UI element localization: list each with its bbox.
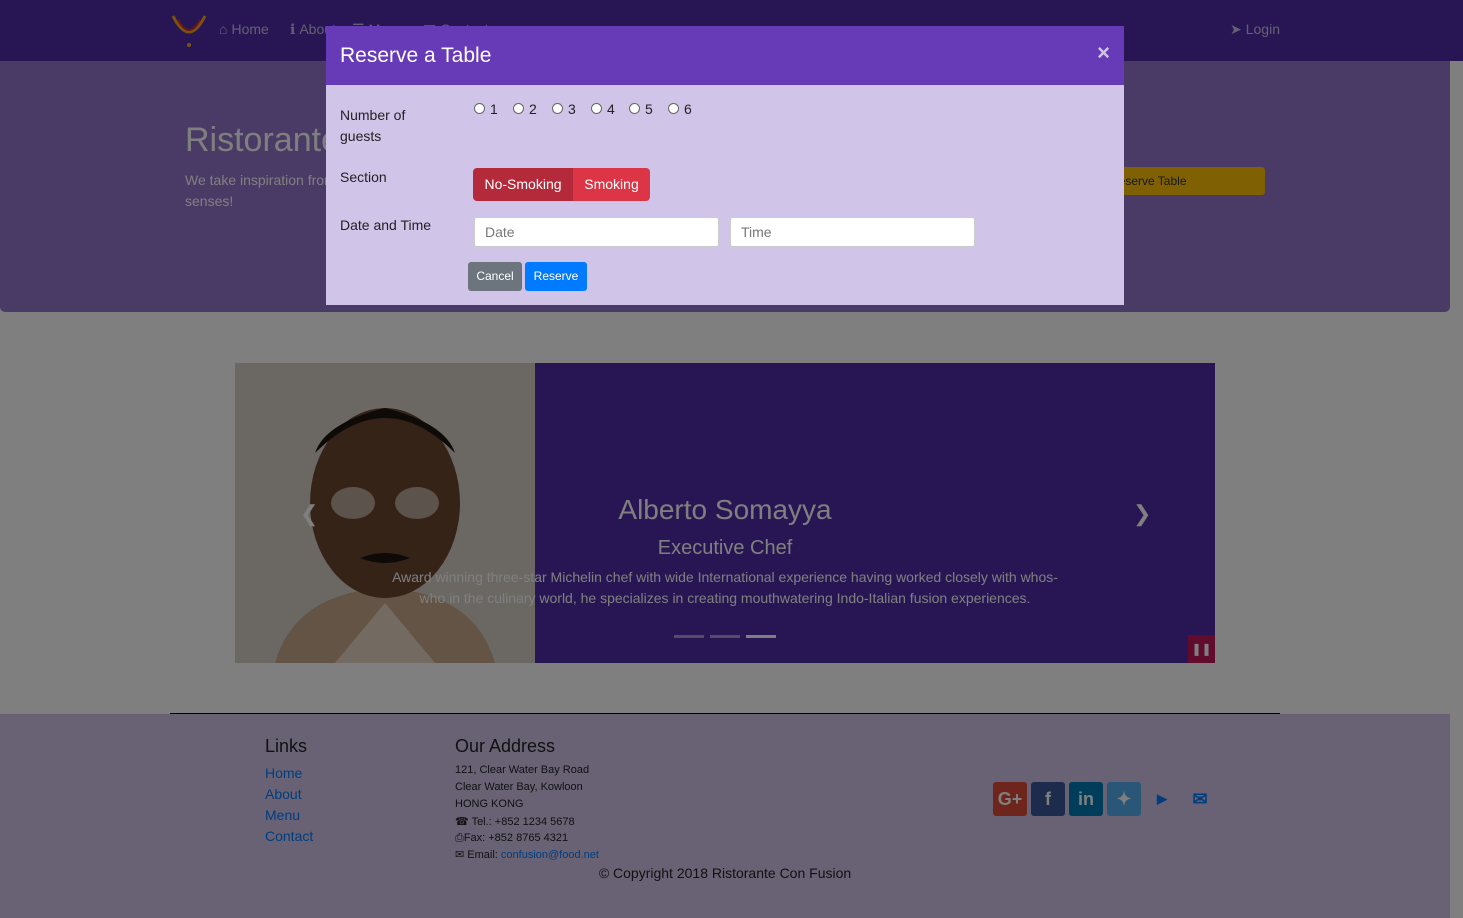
guest-option-label: 4 <box>607 101 615 117</box>
time-input[interactable]: Time <box>730 217 975 247</box>
radio-circle-icon[interactable] <box>629 102 640 114</box>
guest-option-label: 1 <box>490 101 498 117</box>
smoking-toggle[interactable]: Smoking <box>573 168 650 201</box>
guest-option-label: 5 <box>645 101 653 117</box>
guest-radio-2[interactable]: 2 <box>513 101 537 117</box>
radio-circle-icon[interactable] <box>591 102 602 114</box>
guest-radio-3[interactable]: 3 <box>552 101 576 117</box>
no-smoking-toggle[interactable]: No-Smoking <box>473 168 573 201</box>
guest-radio-5[interactable]: 5 <box>629 101 653 117</box>
radio-circle-icon[interactable] <box>474 102 485 114</box>
modal-header: Reserve a Table × <box>326 26 1124 85</box>
guest-option-label: 3 <box>568 101 576 117</box>
modal-title: Reserve a Table <box>340 44 492 67</box>
guests-label: Number of guests <box>340 107 406 144</box>
reserve-button[interactable]: Reserve <box>525 262 587 291</box>
cancel-button[interactable]: Cancel <box>468 262 522 291</box>
radio-circle-icon[interactable] <box>513 102 524 114</box>
radio-circle-icon[interactable] <box>552 102 563 114</box>
datetime-label: Date and Time <box>340 217 432 233</box>
page: ⌂Home ℹAbout ☰Menu ▣Contact ➤Login Risto… <box>0 0 1463 918</box>
reserve-modal: Reserve a Table × Number of guests 1 2 3… <box>326 26 1124 305</box>
close-icon[interactable]: × <box>1097 40 1110 66</box>
radio-circle-icon[interactable] <box>668 102 679 114</box>
guest-option-label: 6 <box>684 101 692 117</box>
guest-radio-4[interactable]: 4 <box>591 101 615 117</box>
guest-option-label: 2 <box>529 101 537 117</box>
guest-radio-6[interactable]: 6 <box>668 101 692 117</box>
guest-radio-1[interactable]: 1 <box>474 101 498 117</box>
section-label: Section <box>340 169 387 185</box>
date-input[interactable]: Date <box>474 217 719 247</box>
